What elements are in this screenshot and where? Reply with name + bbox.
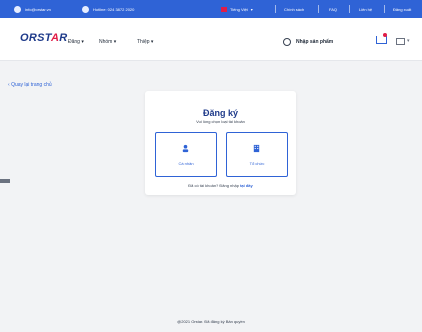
faq-link[interactable]: FAQ — [329, 0, 337, 18]
divider — [384, 5, 385, 13]
chevron-down-icon[interactable]: ▾ — [407, 38, 410, 44]
organization-account-option[interactable]: Tổ chức — [226, 132, 288, 177]
nav-menu-nhom[interactable]: Nhóm ▾ — [99, 39, 116, 45]
personal-account-option[interactable]: Cá nhân — [155, 132, 217, 177]
message-icon[interactable] — [396, 38, 405, 45]
contact-link[interactable]: Liên hệ — [359, 0, 372, 18]
policy-link[interactable]: Chính sách — [284, 0, 304, 18]
nav-menu-thiep[interactable]: Thiệp ▾ — [137, 39, 153, 45]
login-prompt: Đã có tài khoản? Đăng nhập tại đây — [145, 183, 296, 188]
phone-icon — [82, 5, 89, 13]
login-link[interactable]: tại đây — [240, 183, 253, 188]
policy-link-label: Chính sách — [284, 6, 305, 12]
decorative-edge — [0, 179, 10, 183]
chevron-down-icon: ▾ — [79, 39, 84, 45]
search-input[interactable]: Nhập sản phẩm — [296, 39, 333, 45]
page-subtitle: Vui lòng chọn loại tài khoản — [196, 119, 245, 124]
nav-menu-dang[interactable]: Đăng ▾ — [68, 39, 84, 45]
logout-link-label: Đăng xuất — [393, 6, 412, 12]
organization-option-label: Tổ chức — [249, 161, 265, 166]
orstar-logo[interactable]: ORSTAR — [20, 32, 67, 44]
language-selector[interactable]: Tiếng Việt ▾ — [221, 0, 253, 18]
page-title: Đăng ký — [202, 108, 238, 118]
cart-icon[interactable] — [376, 36, 387, 44]
divider — [318, 5, 319, 13]
cart-badge — [383, 33, 387, 37]
chevron-down-icon: ▾ — [112, 39, 117, 45]
logout-link[interactable]: Đăng xuất — [393, 0, 411, 18]
hotline-text: Hotline: 024 3872 2020 — [93, 6, 135, 12]
chevron-down-icon: ▾ — [149, 39, 154, 45]
chevron-down-icon: ▾ — [250, 6, 253, 12]
nav-menu-dang-label: Đăng — [68, 39, 80, 45]
hotline-contact[interactable]: Hotline: 024 3872 2020 — [82, 0, 134, 18]
search-icon[interactable] — [283, 38, 291, 46]
email-contact[interactable]: info@orstar.vn — [14, 0, 51, 18]
nav-menu-thiep-label: Thiệp — [137, 39, 150, 45]
back-link-label: Quay lại trang chủ — [11, 82, 52, 88]
divider — [275, 5, 276, 13]
register-card: Đăng ký Vui lòng chọn loại tài khoản Cá … — [145, 91, 296, 195]
main-navbar: ORSTAR Đăng ▾ Nhóm ▾ Thiệp ▾ Nhập sản ph… — [0, 18, 422, 61]
email-text: info@orstar.vn — [25, 6, 51, 12]
divider — [349, 5, 350, 13]
top-info-bar: info@orstar.vn Hotline: 024 3872 2020 Ti… — [0, 0, 422, 18]
person-icon — [182, 144, 189, 153]
back-to-home-link[interactable]: ‹ Quay lại trang chủ — [8, 82, 52, 88]
personal-option-label: Cá nhân — [178, 161, 194, 166]
language-text: Tiếng Việt — [230, 6, 248, 12]
nav-menu-nhom-label: Nhóm — [99, 39, 113, 45]
login-prompt-text: Đã có tài khoản? Đăng nhập — [188, 183, 239, 188]
faq-link-label: FAQ — [329, 6, 338, 12]
contact-link-label: Liên hệ — [359, 6, 373, 12]
mail-icon — [14, 5, 21, 13]
copyright-footer: @2021 Orstar. Đã đăng ký Bản quyền — [177, 319, 245, 324]
vietnam-flag-icon — [221, 6, 227, 12]
building-icon — [253, 144, 260, 153]
